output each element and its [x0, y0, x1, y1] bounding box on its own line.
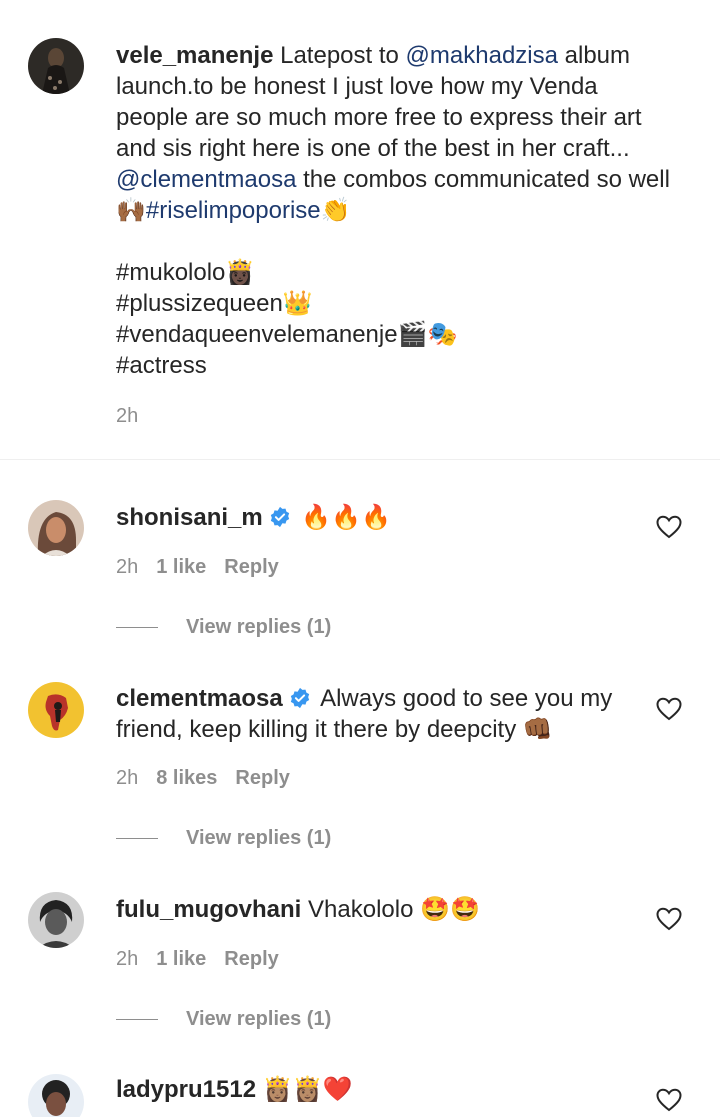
caption-lead: Latepost to: [280, 42, 406, 69]
comment-body: clementmaosa Always good to see you my f…: [116, 683, 636, 745]
comment-username[interactable]: fulu_mugovhani: [116, 896, 301, 923]
comment-body: fulu_mugovhani Vhakololo 🤩🤩: [116, 894, 636, 925]
avatar-ladypru1512[interactable]: [28, 1074, 84, 1117]
replies-line: [116, 627, 158, 628]
comment-likes[interactable]: 1 like: [156, 948, 206, 971]
view-replies-label: View replies (1): [186, 1008, 332, 1030]
comment-meta: 2h 1 like Reply: [116, 948, 279, 971]
reply-button[interactable]: Reply: [224, 948, 278, 971]
comment-time: 2h: [116, 556, 139, 578]
post-caption: vele_manenje Latepost to @makhadzisa alb…: [0, 0, 720, 460]
comment-meta: 2h 8 likes Reply: [116, 767, 290, 790]
hashtag-vendaqueen[interactable]: #vendaqueenvelemanenje🎬🎭: [116, 319, 676, 350]
comment-time: 2h: [116, 948, 139, 970]
post-time: 2h: [116, 405, 139, 427]
view-replies-label: View replies (1): [186, 827, 332, 849]
reply-button[interactable]: Reply: [224, 556, 278, 579]
comment-text: 👸🏽👸🏽❤️: [262, 1075, 353, 1103]
heart-outline-icon[interactable]: [656, 1088, 682, 1112]
replies-line: [116, 1019, 158, 1020]
divider: [0, 459, 720, 460]
view-replies-button[interactable]: View replies (1): [116, 827, 331, 850]
comment-time: 2h: [116, 767, 139, 789]
verified-badge-icon: [290, 687, 309, 709]
verified-badge-icon: [270, 506, 289, 528]
hashtag-riselimpoporise[interactable]: #riselimpoporise: [146, 197, 321, 224]
avatar-fulu-mugovhani[interactable]: [28, 892, 84, 948]
hashtag-plussizequeen[interactable]: #plussizequeen👑: [116, 288, 676, 319]
comment-body: ladypru1512 👸🏽👸🏽❤️: [116, 1074, 636, 1105]
emoji-raised-hands: 🙌🏾: [116, 196, 146, 224]
hashtag-mukololo[interactable]: #mukololo👸🏿: [116, 257, 676, 288]
comment-text: Vhakololo 🤩🤩: [308, 896, 480, 923]
avatar-shonisani-m[interactable]: [28, 500, 84, 556]
reply-button[interactable]: Reply: [235, 767, 289, 790]
replies-line: [116, 838, 158, 839]
comment-username[interactable]: clementmaosa: [116, 685, 283, 712]
hashtag-actress[interactable]: #actress: [116, 350, 676, 381]
avatar-clementmaosa[interactable]: [28, 682, 84, 738]
post-username[interactable]: vele_manenje: [116, 42, 273, 69]
comment-username[interactable]: ladypru1512: [116, 1076, 256, 1103]
post-meta: 2h: [116, 405, 138, 428]
mention-clementmaosa[interactable]: @clementmaosa: [116, 166, 296, 193]
comment-meta: 2h 1 like Reply: [116, 556, 279, 579]
comment-text: 🔥🔥🔥: [301, 503, 392, 531]
view-replies-label: View replies (1): [186, 616, 332, 638]
comment-likes[interactable]: 1 like: [156, 556, 206, 579]
view-replies-button[interactable]: View replies (1): [116, 1008, 331, 1031]
mention-makhadzisa[interactable]: @makhadzisa: [406, 42, 558, 69]
comment-username[interactable]: shonisani_m: [116, 504, 263, 531]
caption-text: vele_manenje Latepost to @makhadzisa alb…: [116, 40, 676, 381]
caption-tail: the combos communicated so well: [296, 166, 670, 193]
heart-outline-icon[interactable]: [656, 515, 682, 539]
view-replies-button[interactable]: View replies (1): [116, 616, 331, 639]
heart-outline-icon[interactable]: [656, 907, 682, 931]
heart-outline-icon[interactable]: [656, 697, 682, 721]
comment-likes[interactable]: 8 likes: [156, 767, 217, 790]
comments-screen: vele_manenje Latepost to @makhadzisa alb…: [0, 0, 720, 1117]
emoji-clap: 👏: [320, 196, 351, 224]
comment-body: shonisani_m 🔥🔥🔥: [116, 502, 636, 533]
avatar-vele-manenje[interactable]: [28, 38, 84, 94]
